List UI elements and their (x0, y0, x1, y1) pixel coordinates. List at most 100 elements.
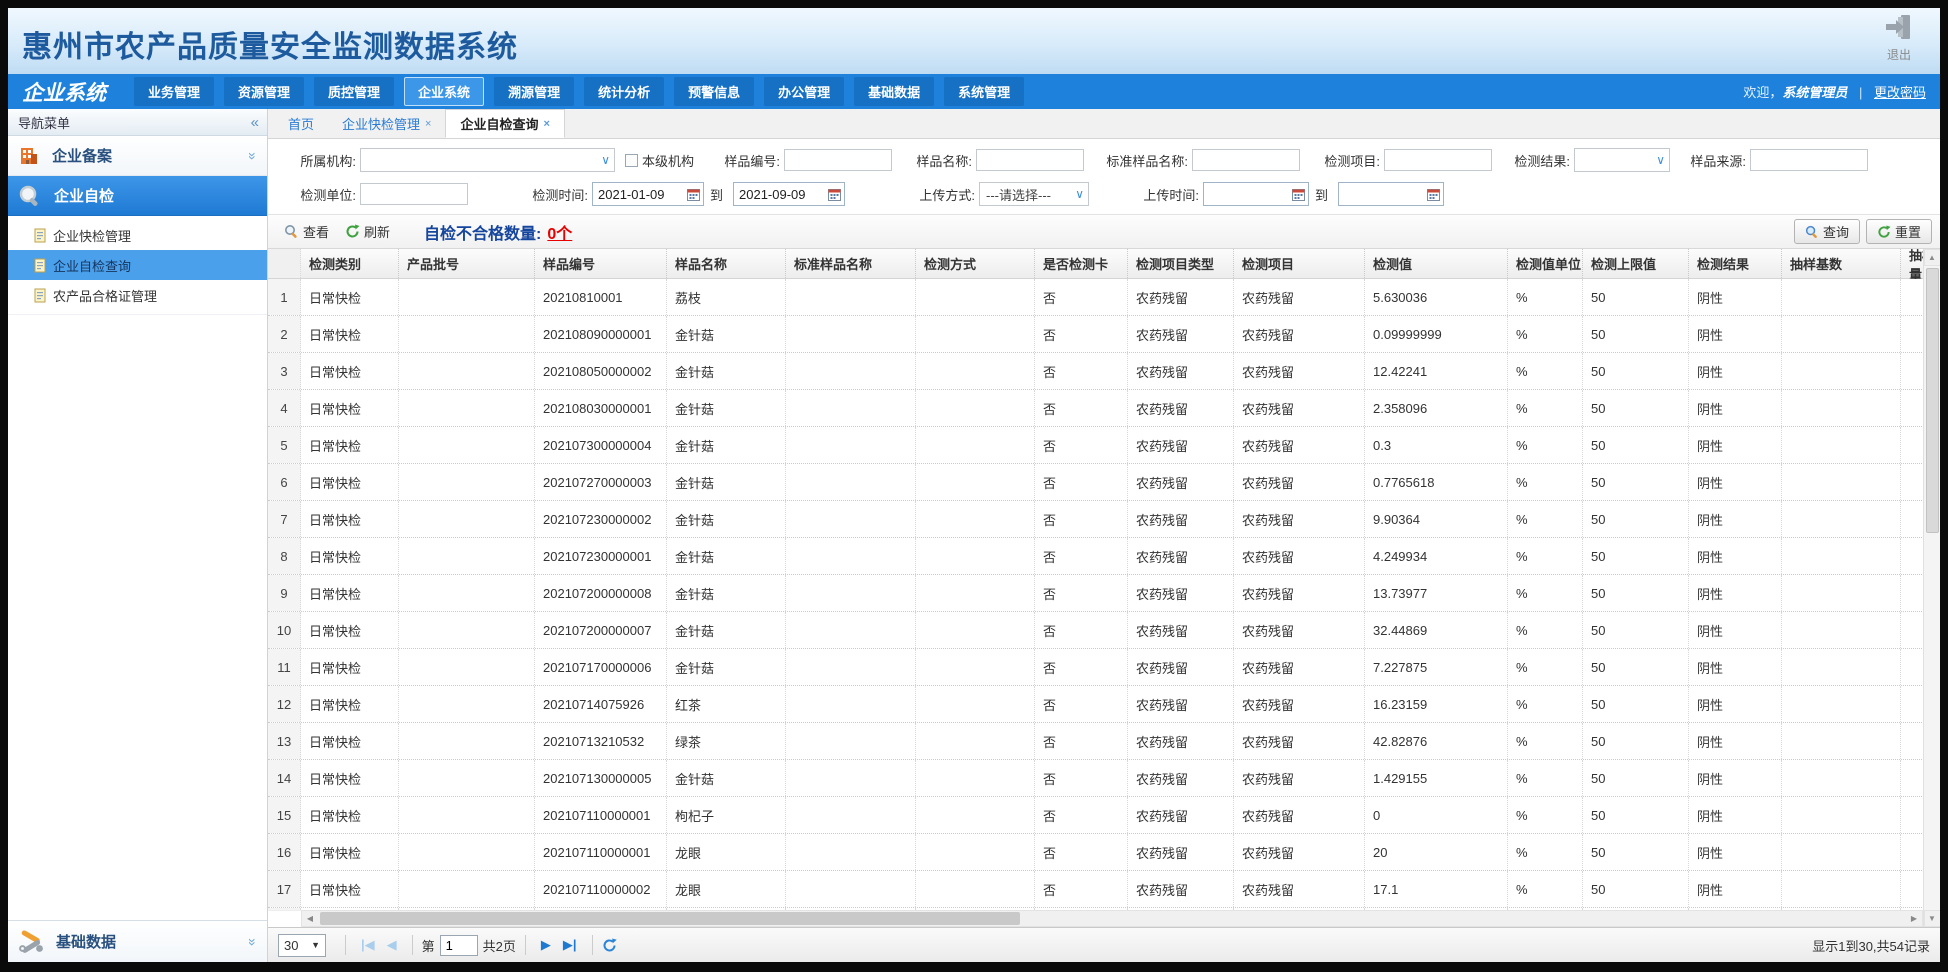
table-row[interactable]: 6日常快检202107270000003金针菇否农药残留农药残留0.776561… (268, 464, 1923, 501)
table-row[interactable]: 1日常快检20210810001荔枝否农药残留农药残留5.630036%50阴性 (268, 279, 1923, 316)
nav-item-10[interactable]: 系统管理 (944, 77, 1024, 106)
column-header[interactable]: 检测方式 (916, 249, 1035, 278)
sidebar-subitem-3[interactable]: 农产品合格证管理 (8, 280, 267, 310)
nav-item-5[interactable]: 溯源管理 (494, 77, 574, 106)
table-row[interactable]: 17日常快检202107110000002龙眼否农药残留农药残留17.1%50阴… (268, 871, 1923, 908)
time-to-input[interactable]: 2021-09-09 (733, 182, 845, 206)
sidebar-collapse-icon[interactable]: « (251, 114, 259, 131)
column-header[interactable]: 检测项目类型 (1128, 249, 1234, 278)
table-row[interactable]: 15日常快检202107110000001枸杞子否农药残留农药残留0%50阴性 (268, 797, 1923, 834)
logout-button[interactable]: 退出 (1876, 14, 1922, 63)
table-row[interactable]: 11日常快检202107170000006金针菇否农药残留农药残留7.22787… (268, 649, 1923, 686)
result-select[interactable]: ∨ (1574, 148, 1670, 172)
tab-2[interactable]: 企业快检管理× (328, 109, 445, 138)
next-page-button[interactable]: ▶ (541, 937, 551, 953)
table-row[interactable]: 13日常快检20210713210532绿茶否农药残留农药残留42.82876%… (268, 723, 1923, 760)
column-header[interactable]: 产品批号 (399, 249, 535, 278)
column-header[interactable]: 检测上限值 (1583, 249, 1689, 278)
sidebar-subitem-1[interactable]: 企业快检管理 (8, 220, 267, 250)
org-label: 所属机构: (268, 151, 356, 170)
upload-time-to-input[interactable] (1338, 182, 1444, 206)
hscroll-thumb[interactable] (320, 912, 1020, 925)
table-row[interactable]: 2日常快检202108090000001金针菇否农药残留农药残留0.099999… (268, 316, 1923, 353)
document-icon (34, 228, 47, 243)
page-size-select[interactable]: 30 ▼ (278, 934, 326, 957)
query-button[interactable]: 查询 (1794, 219, 1860, 244)
sidebar-item-base-data[interactable]: 基础数据 » (8, 920, 267, 962)
nav-item-1[interactable]: 业务管理 (134, 77, 214, 106)
prev-page-button[interactable]: ◀ (387, 937, 397, 953)
scroll-up-icon[interactable]: ▲ (1924, 249, 1941, 266)
column-header[interactable]: 检测项目 (1234, 249, 1365, 278)
nav-item-3[interactable]: 质控管理 (314, 77, 394, 106)
time-from-input[interactable]: 2021-01-09 (592, 182, 704, 206)
welcome-text: 欢迎， (1743, 85, 1782, 100)
table-header-row: 检测类别产品批号样品编号样品名称标准样品名称检测方式是否检测卡检测项目类型检测项… (268, 249, 1923, 279)
column-header[interactable]: 抽样数量 (1901, 249, 1923, 278)
upload-time-from-input[interactable] (1203, 182, 1309, 206)
fail-count-value[interactable]: 0个 (547, 220, 572, 244)
column-header[interactable]: 是否检测卡 (1035, 249, 1128, 278)
window-frame: 惠州市农产品质量安全监测数据系统 退出 企业系统 业务管理资源管理质控管理企业系… (0, 0, 1948, 972)
column-header[interactable]: 样品编号 (535, 249, 667, 278)
table-row[interactable]: 10日常快检202107200000007金针菇否农药残留农药残留32.4486… (268, 612, 1923, 649)
column-header[interactable]: 样品名称 (667, 249, 786, 278)
tab-1[interactable]: 首页 (274, 109, 328, 138)
table-row[interactable]: 3日常快检202108050000002金针菇否农药残留农药残留12.42241… (268, 353, 1923, 390)
sample-no-input[interactable] (784, 149, 892, 171)
column-header[interactable]: 检测值单位 (1508, 249, 1583, 278)
table-row[interactable]: 12日常快检20210714075926红茶否农药残留农药残留16.23159%… (268, 686, 1923, 723)
column-header[interactable]: 标准样品名称 (786, 249, 916, 278)
reload-icon[interactable] (602, 938, 617, 953)
column-header[interactable]: 检测值 (1365, 249, 1508, 278)
upload-mode-select[interactable]: ---请选择---∨ (979, 182, 1089, 206)
table-row[interactable]: 5日常快检202107300000004金针菇否农药残留农药残留0.3%50阴性 (268, 427, 1923, 464)
refresh-button[interactable]: 刷新 (345, 222, 390, 241)
org-select[interactable]: ∨ (360, 148, 615, 172)
source-input[interactable] (1750, 149, 1868, 171)
std-sample-input[interactable] (1192, 149, 1300, 171)
last-page-button[interactable]: ▶| (563, 937, 577, 953)
sidebar-subitem-2[interactable]: 企业自检查询 (8, 250, 267, 280)
nav-item-9[interactable]: 基础数据 (854, 77, 934, 106)
scroll-left-icon[interactable]: ◀ (302, 911, 318, 926)
page-number-input[interactable] (440, 935, 478, 956)
reset-button[interactable]: 重置 (1866, 219, 1932, 244)
nav-item-4[interactable]: 企业系统 (404, 77, 484, 106)
table-row[interactable]: 9日常快检202107200000008金针菇否农药残留农药残留13.73977… (268, 575, 1923, 612)
table-row[interactable]: 14日常快检202107130000005金针菇否农药残留农药残留1.42915… (268, 760, 1923, 797)
tab-3[interactable]: 企业自检查询× (445, 109, 564, 138)
calendar-icon (687, 188, 700, 201)
view-button[interactable]: 查看 (284, 222, 329, 241)
vertical-scrollbar[interactable]: ▲ ▼ (1923, 249, 1940, 927)
table-row[interactable]: 7日常快检202107230000002金针菇否农药残留农药残留9.90364%… (268, 501, 1923, 538)
app-header: 惠州市农产品质量安全监测数据系统 退出 (8, 8, 1940, 74)
nav-item-2[interactable]: 资源管理 (224, 77, 304, 106)
horizontal-scrollbar[interactable]: ◀ ▶ (268, 910, 1923, 927)
close-icon[interactable]: × (425, 118, 431, 130)
chevron-down-icon: » (245, 938, 261, 946)
close-icon[interactable]: × (543, 118, 549, 130)
nav-item-8[interactable]: 办公管理 (764, 77, 844, 106)
nav-item-7[interactable]: 预警信息 (674, 77, 754, 106)
first-page-button[interactable]: |◀ (361, 937, 375, 953)
local-org-checkbox[interactable] (625, 154, 638, 167)
table-row[interactable]: 4日常快检202108030000001金针菇否农药残留农药残留2.358096… (268, 390, 1923, 427)
sample-name-input[interactable] (976, 149, 1084, 171)
change-password-link[interactable]: 更改密码 (1874, 85, 1926, 100)
search-icon (1805, 225, 1819, 239)
filter-panel: 所属机构: ∨ 本级机构 样品编号: 样品名称: 标准样品名称: 检测项目: 检… (268, 139, 1940, 215)
scroll-right-icon[interactable]: ▶ (1906, 911, 1922, 926)
scroll-down-icon[interactable]: ▼ (1924, 910, 1941, 927)
nav-item-6[interactable]: 统计分析 (584, 77, 664, 106)
table-row[interactable]: 16日常快检202107110000001龙眼否农药残留农药残留20%50阴性 (268, 834, 1923, 871)
column-header[interactable]: 检测结果 (1689, 249, 1782, 278)
test-item-input[interactable] (1384, 149, 1492, 171)
unit-input[interactable] (360, 183, 468, 205)
table-row[interactable]: 8日常快检202107230000001金针菇否农药残留农药残留4.249934… (268, 538, 1923, 575)
sidebar-item-self-check[interactable]: 企业自检 (8, 176, 267, 216)
sidebar-item-company-record[interactable]: 企业备案 » (8, 136, 267, 176)
column-header[interactable]: 抽样基数 (1782, 249, 1901, 278)
column-header[interactable]: 检测类别 (301, 249, 399, 278)
vscroll-thumb[interactable] (1926, 268, 1939, 533)
